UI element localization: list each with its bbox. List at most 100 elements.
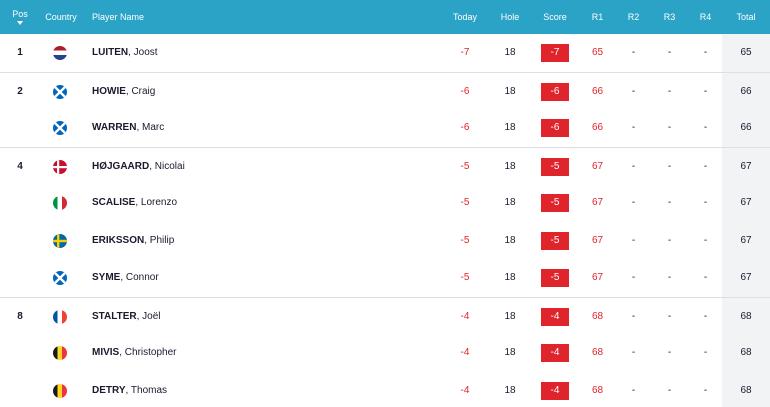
total-cell: 67: [740, 197, 752, 208]
total-cell: 67: [740, 160, 752, 172]
total-cell: 67: [740, 272, 752, 283]
player-surname: HØJGAARD: [92, 160, 150, 172]
position-cell: 1: [17, 47, 23, 58]
hole-cell: 18: [504, 347, 516, 358]
position-cell: [0, 334, 40, 372]
player-first-name: , Christopher: [119, 347, 177, 358]
netherlands-flag-icon: [53, 46, 67, 60]
today-cell: -4: [460, 347, 470, 358]
position-cell: 4: [17, 160, 23, 172]
table-row[interactable]: WARREN, Marc -6 18 -6 66- - -66: [0, 109, 770, 147]
player-name[interactable]: MIVIS, Christopher: [92, 334, 392, 372]
score-cell: -5: [530, 259, 580, 297]
position-cell: [0, 222, 40, 260]
player-name[interactable]: STALTER, Joël: [92, 298, 392, 336]
today-cell: -7: [460, 47, 470, 58]
score-cell: -4: [530, 334, 580, 372]
position-cell: 8: [17, 310, 23, 322]
france-flag-icon: [53, 309, 67, 324]
header-player-name[interactable]: Player Name: [92, 0, 392, 34]
hole-cell: 18: [504, 310, 516, 322]
player-surname: ERIKSSON: [92, 234, 145, 246]
score-badge: -4: [541, 381, 569, 400]
player-first-name: , Joël: [136, 310, 161, 322]
table-header: Pos Country Player Name Today Hole Score…: [0, 0, 770, 34]
scotland-flag-icon: [53, 121, 67, 135]
belgium-flag-icon: [53, 383, 67, 398]
score-cell: -7: [530, 34, 580, 72]
today-cell: -5: [460, 160, 470, 172]
table-row[interactable]: DETRY, Thomas -4 18 -4 68- - -68: [0, 372, 770, 407]
total-cell: 67: [740, 234, 752, 246]
score-badge: -5: [541, 269, 569, 287]
hole-cell: 18: [504, 197, 516, 208]
today-cell: -6: [460, 122, 470, 133]
table-row[interactable]: MIVIS, Christopher -4 18 -4 68- - -68: [0, 334, 770, 372]
header-score[interactable]: Score: [530, 0, 580, 34]
player-first-name: , Marc: [136, 122, 165, 133]
player-surname: STALTER: [92, 310, 137, 322]
position-cell: [0, 184, 40, 222]
score-badge: -7: [541, 44, 569, 62]
total-cell: 68: [740, 347, 752, 358]
hole-cell: 18: [504, 234, 516, 246]
player-name[interactable]: HOWIE, Craig: [92, 73, 392, 111]
player-first-name: , Craig: [125, 85, 156, 97]
score-badge: -5: [541, 194, 569, 212]
player-surname: SYME: [92, 272, 121, 283]
leaderboard-table: Pos Country Player Name Today Hole Score…: [0, 0, 770, 407]
table-row[interactable]: SCALISE, Lorenzo -5 18 -5 67- - -67: [0, 184, 770, 222]
score-cell: -4: [530, 372, 580, 407]
player-name[interactable]: LUITEN, Joost: [92, 34, 392, 72]
table-row[interactable]: 2 HOWIE, Craig -6 18 -6 66- - -66: [0, 71, 770, 111]
belgium-flag-icon: [53, 346, 67, 360]
score-badge: -5: [541, 157, 569, 176]
table-row[interactable]: SYME, Connor -5 18 -5 67- - -67: [0, 259, 770, 297]
header-country[interactable]: Country: [40, 0, 82, 34]
hole-cell: 18: [504, 384, 516, 396]
today-cell: -5: [460, 272, 470, 283]
total-cell: 68: [740, 384, 752, 396]
player-surname: WARREN: [92, 122, 137, 133]
player-name[interactable]: ERIKSSON, Philip: [92, 222, 392, 260]
score-cell: -5: [530, 222, 580, 260]
player-name[interactable]: WARREN, Marc: [92, 109, 392, 147]
total-cell: 66: [740, 122, 752, 133]
header-total[interactable]: Total: [722, 0, 770, 34]
table-row[interactable]: 4 HØJGAARD, Nicolai -5 18 -5 67- - -67: [0, 146, 770, 186]
player-surname: DETRY: [92, 384, 126, 396]
score-cell: -6: [530, 73, 580, 111]
table-row[interactable]: 8 STALTER, Joël -4 18 -4 68- - -68: [0, 296, 770, 336]
player-name[interactable]: SYME, Connor: [92, 259, 392, 297]
header-pos[interactable]: Pos: [0, 0, 40, 34]
score-cell: -5: [530, 148, 580, 186]
player-surname: MIVIS: [92, 347, 120, 358]
total-cell: 65: [740, 47, 752, 58]
today-cell: -4: [460, 310, 470, 322]
hole-cell: 18: [504, 160, 516, 172]
position-cell: [0, 372, 40, 407]
player-name[interactable]: SCALISE, Lorenzo: [92, 184, 392, 222]
table-row[interactable]: ERIKSSON, Philip -5 18 -5 67- - -67: [0, 222, 770, 260]
score-badge: -4: [541, 307, 569, 326]
header-today[interactable]: Today: [440, 0, 490, 34]
score-badge: -6: [541, 82, 569, 101]
score-cell: -6: [530, 109, 580, 147]
position-cell: [0, 259, 40, 297]
player-first-name: , Philip: [144, 234, 175, 246]
player-name[interactable]: HØJGAARD, Nicolai: [92, 148, 392, 186]
scotland-flag-icon: [53, 84, 67, 99]
today-cell: -5: [460, 234, 470, 246]
table-row[interactable]: 1 LUITEN, Joost -7 18 -7 65- - -65: [0, 34, 770, 72]
score-badge: -4: [541, 344, 569, 362]
player-first-name: , Lorenzo: [135, 197, 178, 208]
sort-descending-icon[interactable]: [17, 21, 23, 25]
player-name[interactable]: DETRY, Thomas: [92, 372, 392, 407]
score-cell: -4: [530, 298, 580, 336]
hole-cell: 18: [504, 47, 516, 58]
player-first-name: , Nicolai: [149, 160, 185, 172]
player-first-name: , Connor: [120, 272, 159, 283]
today-cell: -6: [460, 85, 470, 97]
header-hole[interactable]: Hole: [485, 0, 535, 34]
today-cell: -4: [460, 384, 470, 396]
